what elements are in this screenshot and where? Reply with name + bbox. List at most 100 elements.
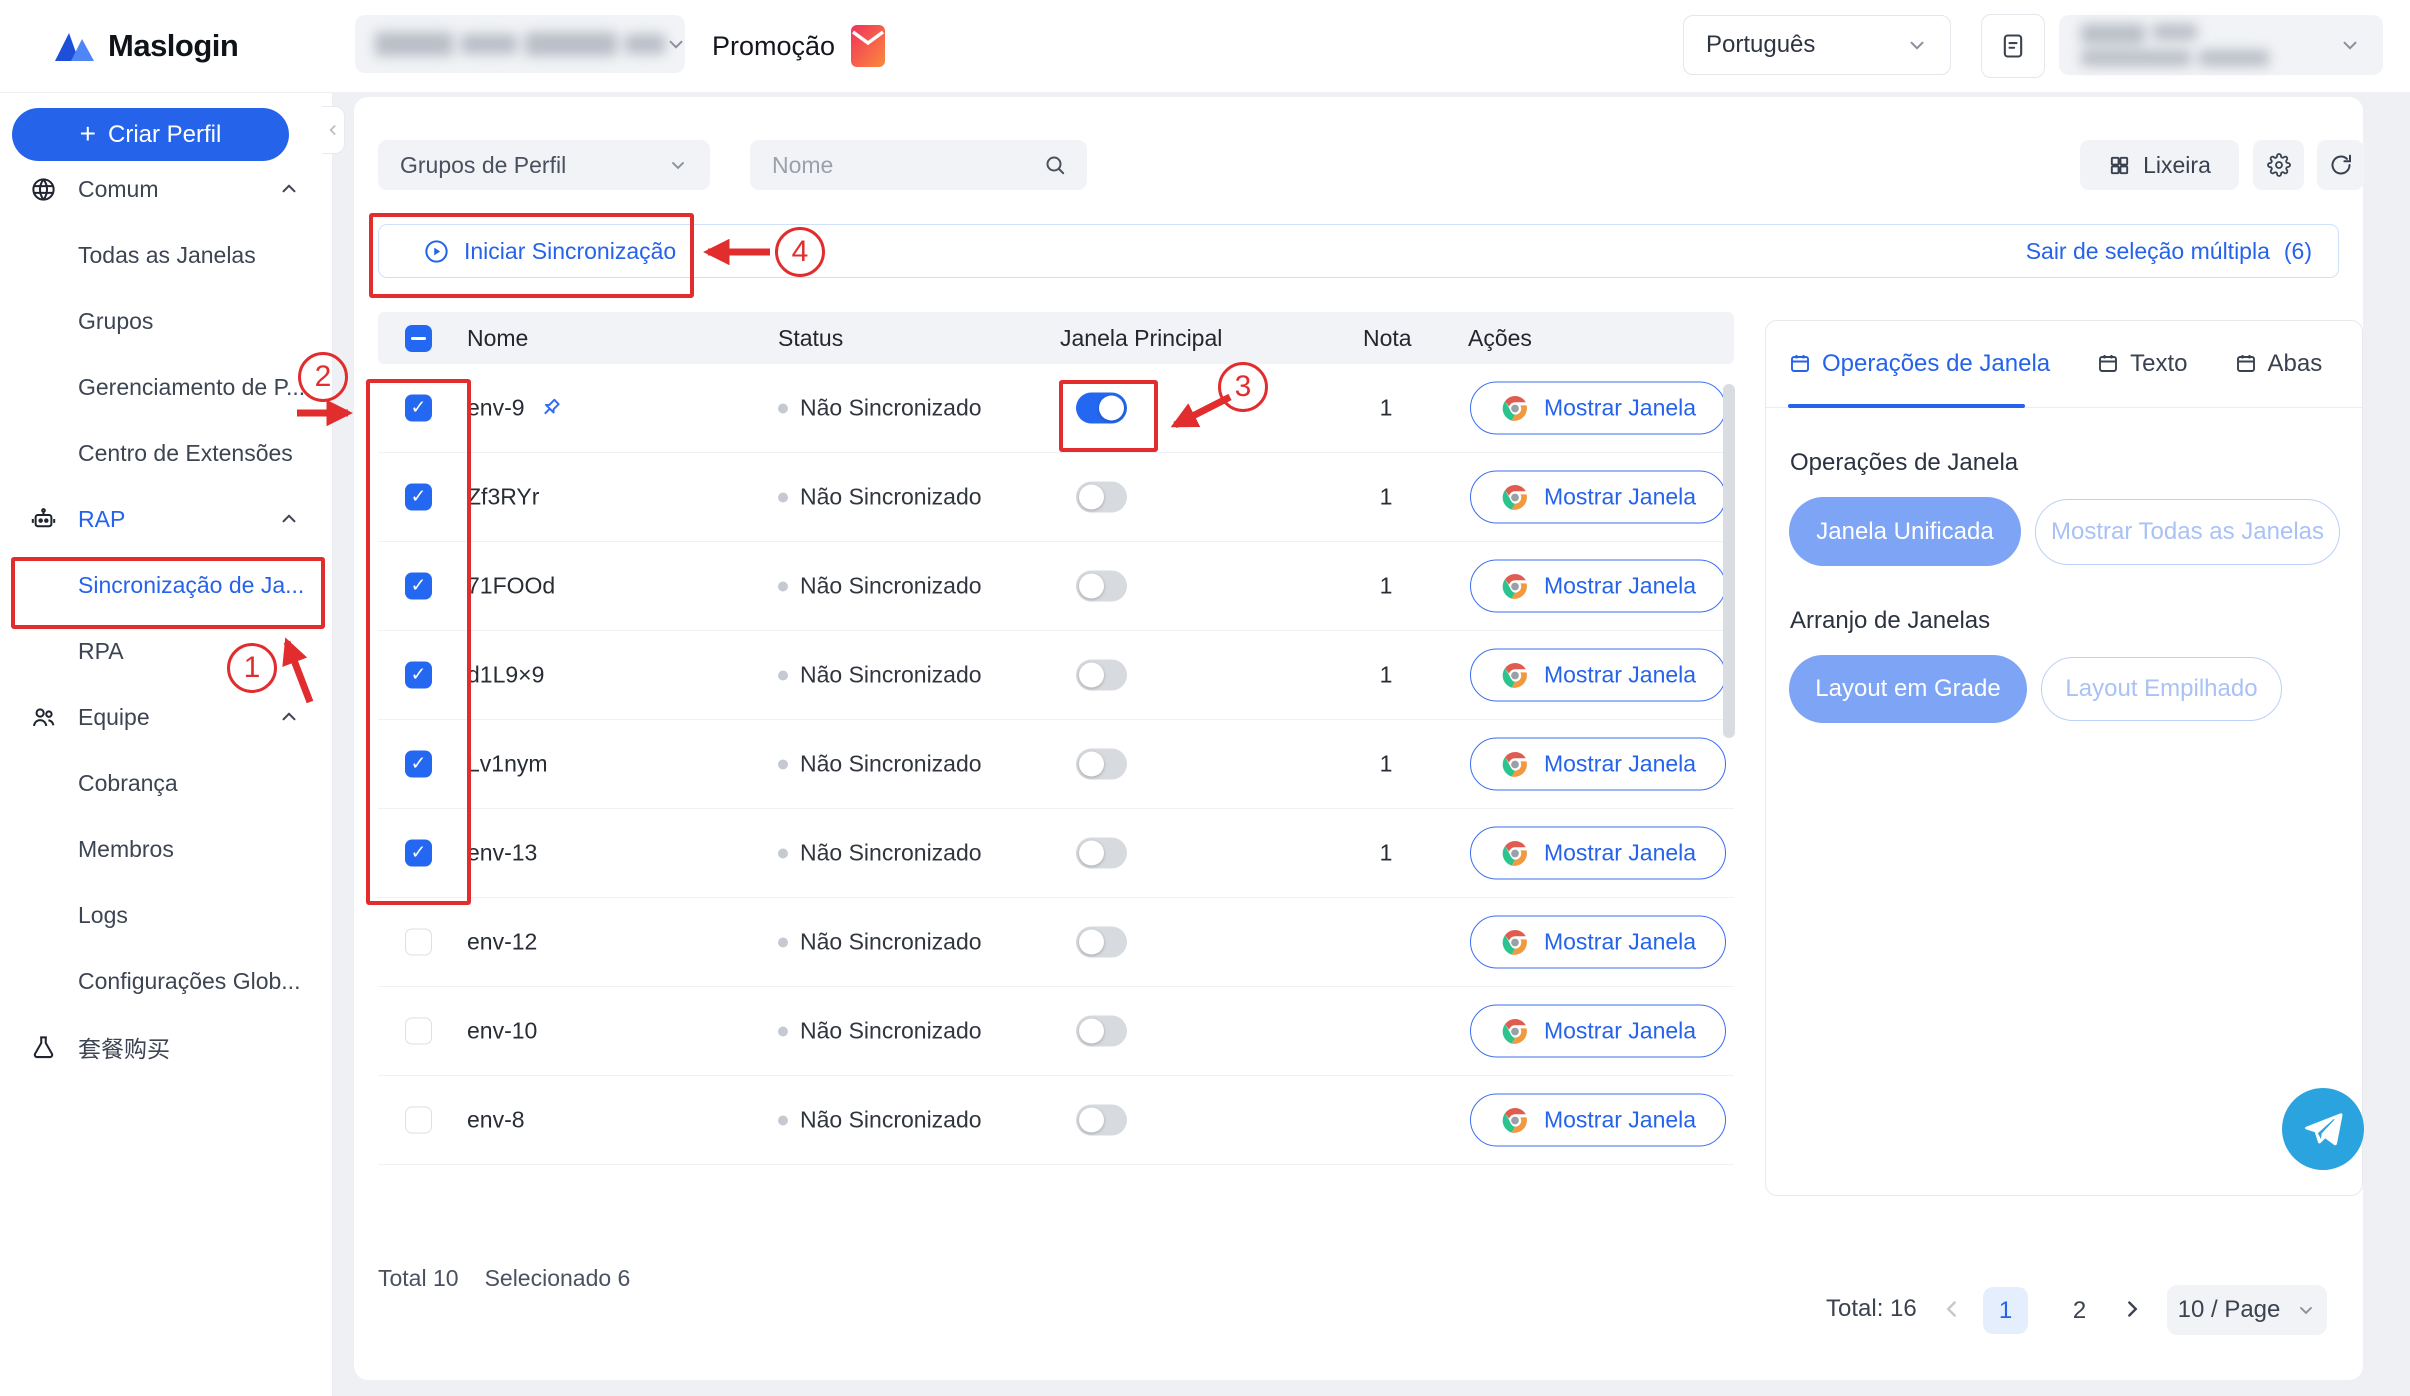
show-window-button[interactable]: Mostrar Janela	[1470, 827, 1726, 880]
show-window-label: Mostrar Janela	[1544, 573, 1696, 600]
page-button-2[interactable]: 2	[2057, 1287, 2102, 1334]
sidebar-item-8[interactable]: Equipe	[0, 684, 332, 750]
selected-count-label: Selecionado 6	[485, 1265, 631, 1292]
row-checkbox[interactable]: ✓	[405, 573, 432, 600]
unified-window-button[interactable]: Janela Unificada	[1789, 497, 2021, 566]
maslogin-logo-icon	[54, 28, 96, 64]
show-all-windows-button[interactable]: Mostrar Todas as Janelas	[2035, 499, 2340, 565]
profile-groups-filter[interactable]: Grupos de Perfil	[378, 140, 710, 190]
sidebar-item-9[interactable]: Cobrança	[0, 750, 332, 816]
sidebar-item-3[interactable]: Gerenciamento de P...	[0, 354, 332, 420]
sidebar-item-label: Sincronização de Ja...	[78, 572, 304, 599]
prev-page-button[interactable]	[1939, 1296, 1965, 1322]
sidebar-item-7[interactable]: RPA	[0, 618, 332, 684]
sidebar-item-10[interactable]: Membros	[0, 816, 332, 882]
language-selector[interactable]: Português	[1683, 15, 1951, 75]
status-text: Não Sincronizado	[800, 1107, 982, 1134]
status-text: Não Sincronizado	[800, 662, 982, 689]
row-checkbox[interactable]	[405, 1018, 432, 1045]
show-window-button[interactable]: Mostrar Janela	[1470, 382, 1726, 435]
sidebar-item-13[interactable]: 套餐购买	[0, 1014, 332, 1080]
sidebar-item-2[interactable]: Grupos	[0, 288, 332, 354]
search-box	[750, 140, 1087, 190]
row-checkbox[interactable]	[405, 1107, 432, 1134]
main-window-toggle[interactable]	[1076, 749, 1127, 780]
page-size-selector[interactable]: 10 / Page	[2167, 1285, 2327, 1335]
show-window-button[interactable]: Mostrar Janela	[1470, 1094, 1726, 1147]
stacked-layout-button[interactable]: Layout Empilhado	[2041, 657, 2282, 721]
create-profile-button[interactable]: + Criar Perfil	[12, 108, 289, 161]
show-window-button[interactable]: Mostrar Janela	[1470, 560, 1726, 613]
telegram-button[interactable]	[2282, 1088, 2364, 1170]
tab-abas[interactable]: Abas	[2234, 350, 2323, 378]
trash-button[interactable]: Lixeira	[2080, 140, 2239, 190]
profile-name: Lv1nym	[467, 751, 548, 778]
sidebar-item-0[interactable]: Comum	[0, 156, 332, 222]
main-window-toggle[interactable]	[1076, 482, 1127, 513]
row-checkbox[interactable]	[405, 929, 432, 956]
refresh-button[interactable]	[2317, 140, 2364, 190]
sidebar-collapse-handle[interactable]	[322, 106, 345, 154]
row-checkbox[interactable]: ✓	[405, 840, 432, 867]
tab-label: Operações de Janela	[1822, 350, 2050, 378]
status-dot-icon	[778, 1115, 788, 1125]
profile-name: env-13	[467, 840, 537, 867]
grid-icon	[2108, 154, 2131, 177]
tab-operacoes-de-janela[interactable]: Operações de Janela	[1788, 350, 2050, 378]
gear-icon	[2267, 153, 2291, 177]
status-text: Não Sincronizado	[800, 395, 982, 422]
col-header-nome: Nome	[467, 312, 528, 364]
chevron-down-icon	[1906, 34, 1928, 56]
user-account-menu[interactable]	[2059, 15, 2383, 75]
main-window-toggle[interactable]	[1076, 1016, 1127, 1047]
page-button-1[interactable]: 1	[1983, 1287, 2028, 1334]
exit-multi-select-button[interactable]: Sair de seleção múltipla (6)	[2026, 238, 2312, 265]
show-window-button[interactable]: Mostrar Janela	[1470, 471, 1726, 524]
chrome-icon	[1500, 660, 1530, 690]
nota-value: 1	[1363, 751, 1409, 778]
row-checkbox[interactable]: ✓	[405, 484, 432, 511]
col-header-status: Status	[778, 312, 843, 364]
show-window-label: Mostrar Janela	[1544, 662, 1696, 689]
chevron-up-icon	[278, 508, 300, 530]
main-content: Grupos de Perfil Lixeira	[354, 97, 2363, 1380]
sidebar-item-5[interactable]: RAP	[0, 486, 332, 552]
search-icon[interactable]	[1043, 153, 1067, 177]
table-row-env-13: ✓env-13Não Sincronizado1Mostrar Janela	[378, 809, 1734, 898]
show-window-button[interactable]: Mostrar Janela	[1470, 738, 1726, 791]
start-sync-button[interactable]: Iniciar Sincronização	[423, 238, 676, 265]
table-scrollbar[interactable]	[1723, 384, 1735, 738]
profile-name: env-10	[467, 1018, 537, 1045]
chrome-icon	[1500, 571, 1530, 601]
show-window-button[interactable]: Mostrar Janela	[1470, 649, 1726, 702]
sidebar-item-6[interactable]: Sincronização de Ja...	[0, 552, 332, 618]
main-window-toggle[interactable]	[1076, 927, 1127, 958]
workspace-selector[interactable]	[355, 15, 685, 73]
table-header-row: Nome Status Janela Principal Nota Ações	[378, 312, 1734, 364]
main-window-toggle[interactable]	[1076, 1105, 1127, 1136]
sidebar-item-12[interactable]: Configurações Glob...	[0, 948, 332, 1014]
next-page-button[interactable]	[2119, 1296, 2145, 1322]
row-checkbox[interactable]: ✓	[405, 395, 432, 422]
status-dot-icon	[778, 848, 788, 858]
select-all-checkbox[interactable]	[405, 325, 432, 352]
tab-texto[interactable]: Texto	[2096, 350, 2187, 378]
main-window-toggle[interactable]	[1076, 838, 1127, 869]
docs-button[interactable]	[1981, 14, 2045, 78]
search-input[interactable]	[770, 151, 1024, 180]
main-window-toggle[interactable]	[1076, 393, 1127, 424]
row-checkbox[interactable]: ✓	[405, 662, 432, 689]
show-window-button[interactable]: Mostrar Janela	[1470, 916, 1726, 969]
main-window-toggle[interactable]	[1076, 660, 1127, 691]
settings-button[interactable]	[2253, 140, 2304, 190]
main-window-toggle[interactable]	[1076, 571, 1127, 602]
row-checkbox[interactable]: ✓	[405, 751, 432, 778]
promo-link[interactable]: Promoção	[712, 0, 885, 92]
sidebar-item-4[interactable]: Centro de Extensões	[0, 420, 332, 486]
sidebar-item-11[interactable]: Logs	[0, 882, 332, 948]
sidebar-item-1[interactable]: Todas as Janelas	[0, 222, 332, 288]
grid-layout-button[interactable]: Layout em Grade	[1789, 655, 2027, 723]
chevron-up-icon	[278, 178, 300, 200]
show-window-button[interactable]: Mostrar Janela	[1470, 1005, 1726, 1058]
chrome-icon	[1500, 1105, 1530, 1135]
